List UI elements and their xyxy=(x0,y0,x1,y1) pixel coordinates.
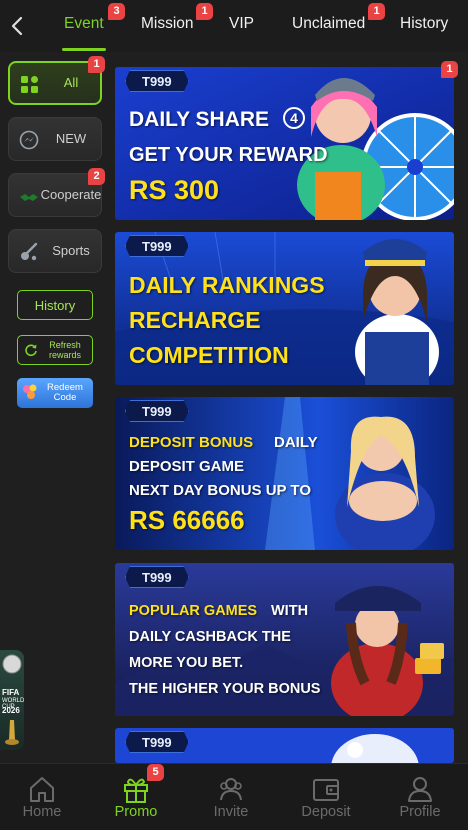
banner-tag: T999 xyxy=(125,235,189,257)
handshake-icon xyxy=(19,186,39,206)
tab-history[interactable]: History xyxy=(400,15,448,33)
sidebar-item-sports[interactable]: Sports xyxy=(8,229,102,273)
banner-tag: T999 xyxy=(125,731,189,753)
top-tab-bar: Event 3 Mission 1 VIP Unclaimed 1 Histor… xyxy=(0,0,468,52)
wallet-icon xyxy=(311,774,341,804)
banner-line: DEPOSIT BONUS xyxy=(129,434,254,451)
banner-line: DAILY CASHBACK THE xyxy=(129,629,291,645)
nav-invite[interactable]: Invite xyxy=(191,764,271,830)
sports-icon xyxy=(19,242,39,262)
grid-icon xyxy=(20,75,40,95)
history-button[interactable]: History xyxy=(17,290,93,320)
refresh-icon xyxy=(24,343,38,357)
banner-line: RECHARGE xyxy=(129,307,261,333)
banner-badge: 1 xyxy=(441,61,458,78)
tab-unclaimed[interactable]: Unclaimed xyxy=(292,15,365,33)
sidebar-cooperate-badge: 2 xyxy=(88,168,105,185)
banner-line: NEXT DAY BONUS UP TO xyxy=(129,482,311,499)
banner-line: MORE YOU BET. xyxy=(129,655,244,671)
tab-unclaimed-badge: 1 xyxy=(368,3,385,20)
tab-mission[interactable]: Mission xyxy=(141,15,194,33)
banner-tag: T999 xyxy=(125,70,189,92)
tab-vip[interactable]: VIP xyxy=(229,15,254,33)
banner-line: POPULAR GAMES xyxy=(129,603,258,619)
redeem-code-button[interactable]: Redeem Code xyxy=(17,378,93,408)
sidebar-item-new[interactable]: NEW xyxy=(8,117,102,161)
banner-share-count: 4 xyxy=(283,107,305,129)
banner-line: DEPOSIT GAME xyxy=(129,458,245,475)
invite-users-icon xyxy=(216,774,246,804)
refresh-rewards-button[interactable]: Refresh rewards xyxy=(17,335,93,365)
promo-banner-daily-share[interactable]: T999 DAILY SHARE 4 GET YOUR REWARD RS 30… xyxy=(115,67,454,220)
promo-banner-deposit-bonus[interactable]: T999 DEPOSIT BONUS DAILY DEPOSIT GAME NE… xyxy=(115,397,454,550)
banner-line: COMPETITION xyxy=(129,342,289,368)
banner-line: GET YOUR REWARD xyxy=(129,144,328,166)
fifa-world-cup-widget[interactable]: FIFA WORLD CUP 2026 xyxy=(0,650,24,750)
promo-banner-daily-rankings[interactable]: T999 DAILY RANKINGS RECHARGE COMPETITION xyxy=(115,232,454,385)
promo-banner-popular-games[interactable]: T999 POPULAR GAMES WITH DAILY CASHBACK T… xyxy=(115,563,454,716)
nav-promo-badge: 5 xyxy=(147,764,164,781)
active-tab-indicator xyxy=(62,48,106,51)
banner-line: DAILY RANKINGS xyxy=(129,272,325,298)
nav-promo[interactable]: Promo xyxy=(96,764,176,830)
promo-banner-partial[interactable]: T999 xyxy=(115,728,454,763)
bottom-navigation: Home Promo 5 Invite Deposit Profile xyxy=(0,763,468,830)
banner-amount: RS 300 xyxy=(129,175,220,205)
banner-line: THE HIGHER YOUR BONUS xyxy=(129,681,321,697)
messenger-icon xyxy=(19,130,39,150)
nav-profile[interactable]: Profile xyxy=(380,764,460,830)
tab-mission-badge: 1 xyxy=(196,3,213,20)
banner-line: WITH xyxy=(271,603,309,619)
tab-event[interactable]: Event xyxy=(64,15,104,33)
sidebar-item-label: Sports xyxy=(52,243,90,258)
fifa-label: FIFA xyxy=(2,688,20,697)
banner-tag: T999 xyxy=(125,400,189,422)
home-icon xyxy=(27,774,57,804)
banner-tag: T999 xyxy=(125,566,189,588)
gift-icon xyxy=(21,383,39,401)
fifa-year: 2026 xyxy=(2,706,20,715)
tab-event-badge: 3 xyxy=(108,3,125,20)
nav-deposit[interactable]: Deposit xyxy=(286,764,366,830)
sidebar-all-badge: 1 xyxy=(88,56,105,73)
banner-amount: RS 66666 xyxy=(129,505,245,535)
banner-line: DAILY SHARE xyxy=(129,108,270,131)
banner-line: DAILY xyxy=(274,434,318,451)
back-icon[interactable] xyxy=(6,12,30,40)
profile-icon xyxy=(405,774,435,804)
sidebar-item-label: NEW xyxy=(55,131,87,146)
nav-home[interactable]: Home xyxy=(2,764,82,830)
